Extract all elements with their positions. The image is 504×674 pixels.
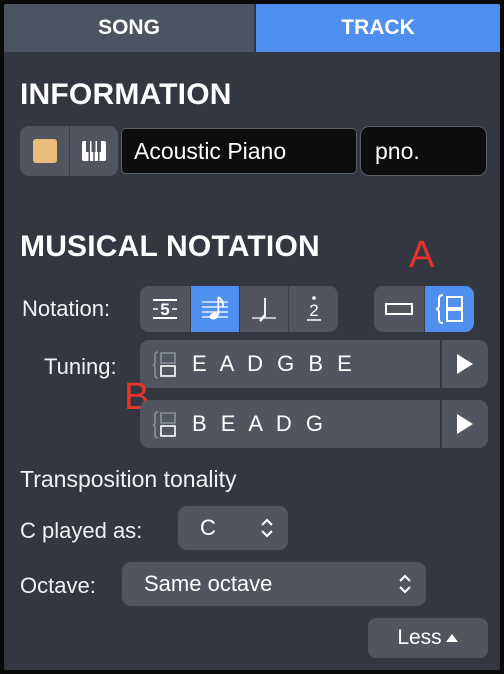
rhythm-slash-icon	[252, 298, 276, 322]
track-panel: SONG TRACK INFORMATION Acoustic Piano pn…	[4, 4, 500, 670]
less-button[interactable]: Less	[368, 618, 488, 658]
multi-staff-icon	[152, 411, 176, 439]
color-swatch	[32, 139, 57, 163]
multi-staff-icon	[435, 294, 463, 324]
rhythm-slash-button[interactable]	[239, 286, 288, 332]
tuning-1-play-button[interactable]	[440, 340, 488, 388]
multi-staff-icon	[152, 351, 176, 379]
information-heading: INFORMATION	[20, 78, 232, 111]
single-staff-button[interactable]	[374, 286, 424, 332]
instrument-controls	[20, 126, 118, 176]
octave-label: Octave:	[20, 573, 96, 598]
play-icon	[457, 354, 473, 374]
less-label: Less	[397, 626, 442, 649]
musical-notation-heading: MUSICAL NOTATION	[20, 230, 320, 263]
notation-label: Notation:	[22, 296, 111, 321]
c-played-as-value: C	[200, 515, 216, 540]
instrument-name-field[interactable]: Acoustic Piano	[121, 128, 357, 174]
numbered-notation-icon: 2	[306, 296, 321, 321]
numbered-notation-button[interactable]: 2	[288, 286, 338, 332]
standard-notation-button[interactable]	[190, 286, 239, 332]
triangle-up-icon	[445, 634, 458, 642]
c-played-as-label: C played as:	[20, 518, 143, 543]
svg-text:2: 2	[309, 301, 318, 320]
chevron-up-down-icon	[399, 574, 411, 594]
annotation-a: A	[409, 234, 435, 276]
chevron-up-down-icon	[261, 518, 273, 538]
tablature-icon: 5	[153, 299, 177, 319]
tuning-label: Tuning:	[44, 354, 117, 379]
play-icon	[457, 414, 473, 434]
octave-select[interactable]: Same octave	[122, 562, 426, 606]
tuning-row-1[interactable]: E A D G B E	[140, 340, 488, 388]
transposition-heading: Transposition tonality	[20, 466, 237, 492]
multi-staff-button[interactable]	[424, 286, 474, 332]
tab-song[interactable]: SONG	[4, 4, 254, 52]
c-played-as-select[interactable]: C	[178, 506, 288, 550]
single-staff-icon	[385, 303, 413, 315]
instrument-button[interactable]	[69, 126, 118, 176]
tuning-notes-1: E A D G B E	[192, 351, 356, 376]
staff-layout-group	[374, 286, 474, 332]
tuning-row-2[interactable]: B E A D G	[140, 400, 488, 448]
tuning-2-play-button[interactable]	[440, 400, 488, 448]
tuning-notes-2: B E A D G	[192, 411, 328, 436]
notation-mode-group: 5 2	[140, 286, 338, 332]
octave-value: Same octave	[144, 571, 273, 596]
standard-notation-icon	[202, 296, 228, 320]
short-name-field[interactable]: pno.	[360, 126, 487, 176]
piano-keyboard-icon	[82, 141, 106, 161]
tablature-button[interactable]: 5	[140, 286, 190, 332]
tab-track[interactable]: TRACK	[256, 4, 500, 52]
track-color-button[interactable]	[20, 126, 69, 176]
svg-text:5: 5	[160, 300, 169, 319]
